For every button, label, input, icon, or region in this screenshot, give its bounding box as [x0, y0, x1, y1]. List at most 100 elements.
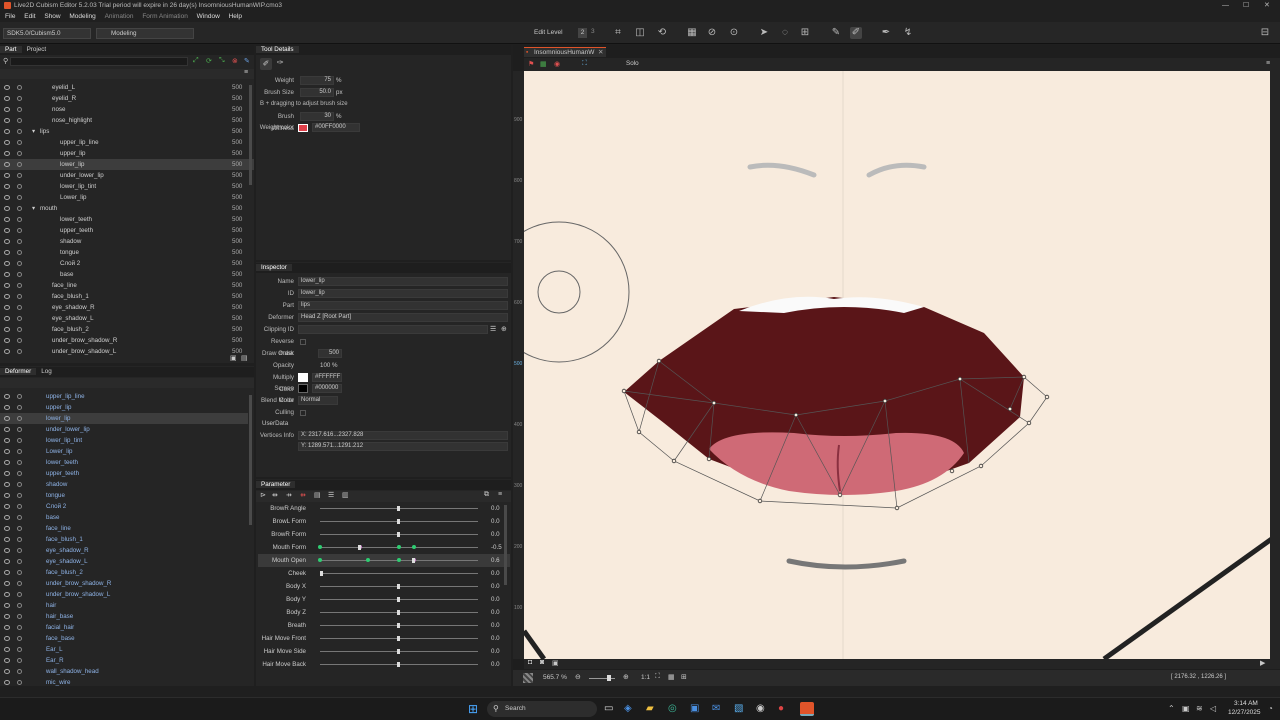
grid-icon[interactable]: ▦ [686, 27, 698, 39]
parameter-row[interactable]: BrowR Angle 0.0 [258, 502, 510, 515]
part-row[interactable]: under_brow_shadow_R 500 [0, 335, 254, 346]
visibility-eye-icon[interactable] [4, 570, 10, 575]
tray-chevron-icon[interactable]: ⌃ [1168, 704, 1175, 713]
deformer-row[interactable]: under_lower_lip [0, 424, 248, 435]
visibility-eye-icon[interactable] [4, 537, 10, 542]
lock-circle-icon[interactable] [17, 504, 22, 509]
screenshot-icon[interactable]: ◙ [540, 659, 544, 666]
visibility-eye-icon[interactable] [4, 592, 10, 597]
glue-icon[interactable]: ⊘ [706, 27, 718, 39]
deformer-row[interactable]: hair [0, 600, 248, 611]
lock-circle-icon[interactable] [17, 493, 22, 498]
visibility-eye-icon[interactable] [4, 614, 10, 619]
record-icon[interactable]: ◉ [554, 60, 560, 68]
slider-thumb[interactable] [397, 610, 400, 615]
weight-input[interactable]: 75 [300, 76, 334, 85]
slider-thumb[interactable] [397, 662, 400, 667]
brush-size-input[interactable]: 50.0 [300, 88, 334, 97]
parameter-value[interactable]: 0.0 [491, 580, 500, 593]
keyform-dot[interactable] [397, 558, 401, 562]
visibility-eye-icon[interactable] [4, 581, 10, 586]
parameter-value[interactable]: 0.0 [491, 619, 500, 632]
slider-thumb[interactable] [412, 558, 415, 563]
split-icon[interactable]: ⇸ [286, 491, 292, 499]
key-icon[interactable]: ⇻ [300, 491, 306, 499]
windows-start-icon[interactable]: ⊞ [468, 703, 480, 715]
deformer-row[interactable]: base [0, 512, 248, 523]
copilot-icon[interactable]: ◈ [624, 703, 632, 714]
deformer-row[interactable]: face_blush_1 [0, 534, 248, 545]
lock-circle-icon[interactable] [17, 294, 22, 299]
parameter-value[interactable]: 0.0 [491, 645, 500, 658]
zoom-slider[interactable] [589, 678, 615, 679]
part-row[interactable]: eye_shadow_L 500 [0, 313, 254, 324]
part-row[interactable]: eyelid_R 500 [0, 93, 254, 104]
notification-icon[interactable]: ◔ [1268, 704, 1273, 713]
parameter-row[interactable]: Breath 0.0 [258, 619, 510, 632]
edit-level-3[interactable]: 3 [591, 28, 595, 35]
expand-arrow-icon[interactable]: ▾ [32, 203, 35, 214]
visibility-eye-icon[interactable] [4, 349, 10, 354]
lock-circle-icon[interactable] [17, 680, 22, 685]
part-row[interactable]: tongue 500 [0, 247, 254, 258]
deformer-row[interactable]: hair_base [0, 611, 248, 622]
slider-thumb[interactable] [358, 545, 361, 550]
parameter-value[interactable]: 0.0 [491, 606, 500, 619]
lock-circle-icon[interactable] [17, 482, 22, 487]
document-tab[interactable]: ▪ InsomniousHumanW ✕ [524, 47, 606, 57]
pin-icon[interactable]: ⊙ [728, 27, 740, 39]
part-search-input[interactable] [10, 57, 188, 66]
lock-circle-icon[interactable] [17, 537, 22, 542]
part-row[interactable]: face_blush_2 500 [0, 324, 254, 335]
parameter-row[interactable]: Mouth Form -0.5 [258, 541, 510, 554]
visibility-eye-icon[interactable] [4, 559, 10, 564]
fit-icon[interactable]: ⛶ [582, 60, 587, 68]
culling-checkbox[interactable] [300, 410, 306, 416]
lock-circle-icon[interactable] [17, 85, 22, 90]
zoom-out-icon[interactable]: ⊖ [575, 673, 581, 681]
part-row[interactable]: base 500 [0, 269, 254, 280]
part-row[interactable]: lower_lip_tint 500 [0, 181, 254, 192]
parameter-value[interactable]: 0.0 [491, 593, 500, 606]
weight-color-input[interactable]: #00FF0000 [312, 123, 360, 132]
volume-icon[interactable]: ◁ [1210, 704, 1216, 713]
wifi-icon[interactable]: ≋ [1196, 704, 1203, 713]
grid-view-icon[interactable]: ▥ [342, 491, 349, 499]
parameter-row[interactable]: Body Y 0.0 [258, 593, 510, 606]
link-icon[interactable]: ↯ [902, 27, 914, 39]
visibility-eye-icon[interactable] [4, 206, 10, 211]
parameter-row[interactable]: Hair Move Front 0.0 [258, 632, 510, 645]
visibility-eye-icon[interactable] [4, 272, 10, 277]
lock-circle-icon[interactable] [17, 118, 22, 123]
menu-icon[interactable]: ≡ [244, 69, 248, 76]
lock-circle-icon[interactable] [17, 603, 22, 608]
visibility-eye-icon[interactable] [4, 327, 10, 332]
parameter-row[interactable]: Hair Move Side 0.0 [258, 645, 510, 658]
name-field[interactable]: lower_lip [298, 277, 508, 286]
slider-thumb[interactable] [397, 623, 400, 628]
slider-thumb[interactable] [397, 597, 400, 602]
lock-circle-icon[interactable] [17, 416, 22, 421]
zoom-in-icon[interactable]: ⊕ [623, 673, 629, 681]
weight-brush-icon[interactable]: ✐ [850, 27, 862, 39]
visibility-eye-icon[interactable] [4, 493, 10, 498]
lock-circle-icon[interactable] [17, 625, 22, 630]
visibility-eye-icon[interactable] [4, 625, 10, 630]
tab-deformer[interactable]: Deformer [0, 368, 37, 375]
maximize-button[interactable]: ☐ [1243, 0, 1249, 11]
visibility-eye-icon[interactable] [4, 217, 10, 222]
lock-circle-icon[interactable] [17, 405, 22, 410]
lock-circle-icon[interactable] [17, 658, 22, 663]
store-icon[interactable]: ▣ [690, 703, 699, 714]
visibility-eye-icon[interactable] [4, 162, 10, 167]
lock-circle-icon[interactable] [17, 272, 22, 277]
clock-time[interactable]: 3:14 AM [1234, 700, 1258, 707]
lock-circle-icon[interactable] [17, 647, 22, 652]
zoom-value[interactable]: 565.7 % [543, 674, 567, 681]
part-row[interactable]: nose_highlight 500 [0, 115, 254, 126]
deformer-row[interactable]: wall_shadow_head [0, 666, 248, 677]
rotation-deformer-icon[interactable]: ⟲ [656, 27, 668, 39]
parameter-value[interactable]: 0.6 [491, 554, 500, 567]
visibility-eye-icon[interactable] [4, 151, 10, 156]
visibility-eye-icon[interactable] [4, 316, 10, 321]
